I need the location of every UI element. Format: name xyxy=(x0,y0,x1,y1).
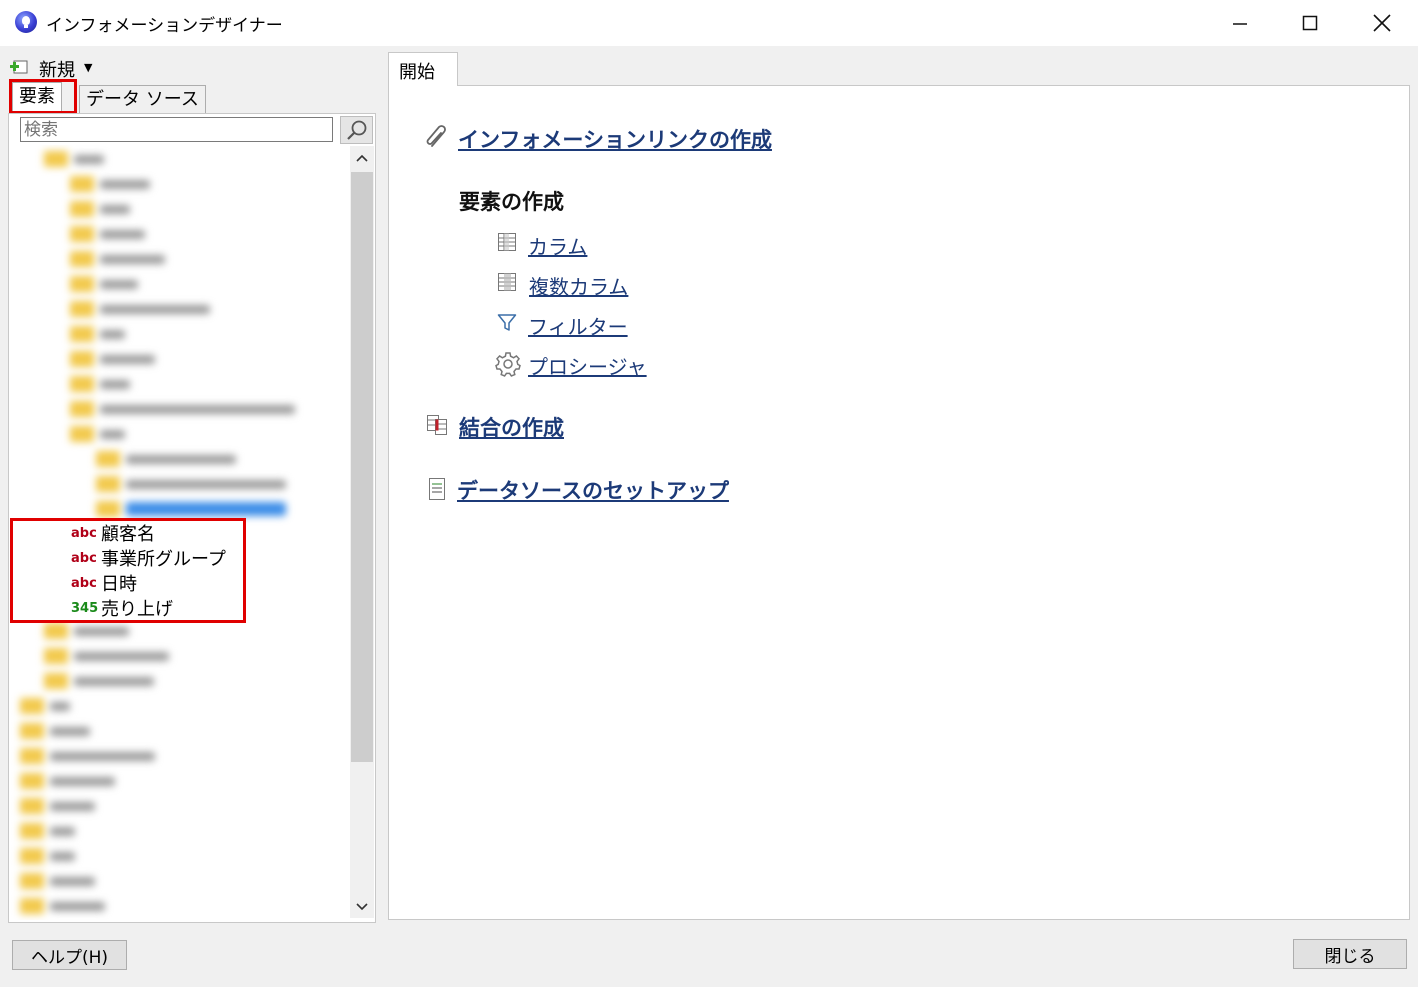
close-icon xyxy=(1373,14,1391,32)
tree-item-blurred[interactable] xyxy=(70,201,250,217)
tree-item-blurred[interactable] xyxy=(96,476,296,492)
tree-item-blurred[interactable] xyxy=(20,823,200,839)
chevron-down-icon[interactable]: ▼ xyxy=(84,61,92,74)
new-item-icon[interactable] xyxy=(10,59,28,75)
column-name: 売り上げ xyxy=(101,599,173,620)
tab-datasource[interactable]: データ ソース xyxy=(79,85,206,114)
minimize-button[interactable] xyxy=(1205,0,1275,46)
columns-highlight-box: abc 顧客名 abc 事業所グループ abc 日時 345 売り上げ xyxy=(10,518,246,623)
paperclip-icon xyxy=(426,125,446,147)
tree-item-blurred[interactable] xyxy=(20,773,200,789)
tree-item-blurred[interactable] xyxy=(44,648,244,664)
tree-item-blurred[interactable] xyxy=(70,401,310,417)
tree-item-blurred[interactable] xyxy=(70,426,250,442)
document-icon xyxy=(429,478,445,500)
tree-item-blurred[interactable] xyxy=(70,326,250,342)
tree-item-blurred[interactable] xyxy=(20,873,200,889)
create-filter-link[interactable]: フィルター xyxy=(528,311,628,340)
maximize-button[interactable] xyxy=(1275,0,1345,46)
chevron-up-icon xyxy=(356,154,368,162)
column-name: 事業所グループ xyxy=(101,549,226,570)
create-column-link[interactable]: カラム xyxy=(528,231,587,260)
tree-item-blurred[interactable] xyxy=(20,723,200,739)
tree-item-blurred[interactable] xyxy=(44,151,184,167)
tab-start[interactable]: 開始 xyxy=(388,52,458,86)
elements-heading: 要素の作成 xyxy=(459,190,564,214)
scroll-up-button[interactable] xyxy=(350,146,374,170)
filter-icon xyxy=(497,314,517,331)
datasource-setup-link[interactable]: データソースのセットアップ xyxy=(457,475,729,505)
minimize-icon xyxy=(1233,23,1247,25)
column-name: 日時 xyxy=(101,574,137,595)
app-logo-icon xyxy=(15,11,37,33)
tree-item-blurred[interactable] xyxy=(70,276,250,292)
column-item[interactable]: 345 売り上げ xyxy=(71,596,173,620)
scrollbar-thumb[interactable] xyxy=(351,172,373,762)
column-item[interactable]: abc 顧客名 xyxy=(71,521,155,545)
tree-item-blurred[interactable] xyxy=(70,176,250,192)
gear-icon xyxy=(495,352,521,377)
create-procedure-link[interactable]: プロシージャ xyxy=(528,351,647,380)
numeric-type-icon: 345 xyxy=(71,600,99,616)
tab-highlight-box xyxy=(9,79,77,114)
search-icon xyxy=(346,120,366,140)
tree-item-blurred[interactable] xyxy=(70,351,250,367)
window-title: インフォメーションデザイナー xyxy=(46,16,283,36)
tree-item-blurred[interactable] xyxy=(96,451,276,467)
scroll-down-button[interactable] xyxy=(350,895,374,919)
column-item[interactable]: abc 事業所グループ xyxy=(71,546,226,570)
tree-item-blurred[interactable] xyxy=(20,898,200,914)
tree-item-selected-blurred[interactable] xyxy=(96,501,296,517)
tree-item-blurred[interactable] xyxy=(20,748,220,764)
tree-item-blurred[interactable] xyxy=(20,698,200,714)
tree-item-blurred[interactable] xyxy=(20,848,200,864)
string-type-icon: abc xyxy=(71,575,97,591)
tree-item-blurred[interactable] xyxy=(44,623,224,639)
create-join-link[interactable]: 結合の作成 xyxy=(459,412,564,442)
string-type-icon: abc xyxy=(71,525,97,541)
tree-item-blurred[interactable] xyxy=(20,798,200,814)
chevron-down-icon xyxy=(356,903,368,911)
join-icon xyxy=(427,415,447,435)
tree-item-blurred[interactable] xyxy=(44,673,244,689)
create-multi-column-link[interactable]: 複数カラム xyxy=(529,271,628,300)
help-button[interactable]: ヘルプ(H) xyxy=(12,940,127,970)
close-window-button[interactable] xyxy=(1347,0,1417,46)
search-input[interactable] xyxy=(20,117,333,142)
tree-item-blurred[interactable] xyxy=(70,251,250,267)
multi-column-icon xyxy=(498,273,516,291)
search-button[interactable] xyxy=(340,116,373,144)
tree-item-blurred[interactable] xyxy=(70,376,250,392)
column-name: 顧客名 xyxy=(101,524,155,545)
column-item[interactable]: abc 日時 xyxy=(71,571,137,595)
column-icon xyxy=(498,233,516,251)
tree-item-blurred[interactable] xyxy=(70,301,270,317)
close-button[interactable]: 閉じる xyxy=(1293,939,1407,969)
maximize-icon xyxy=(1302,15,1318,31)
create-info-link[interactable]: インフォメーションリンクの作成 xyxy=(458,124,772,154)
string-type-icon: abc xyxy=(71,550,97,566)
tree-item-blurred[interactable] xyxy=(70,226,250,242)
